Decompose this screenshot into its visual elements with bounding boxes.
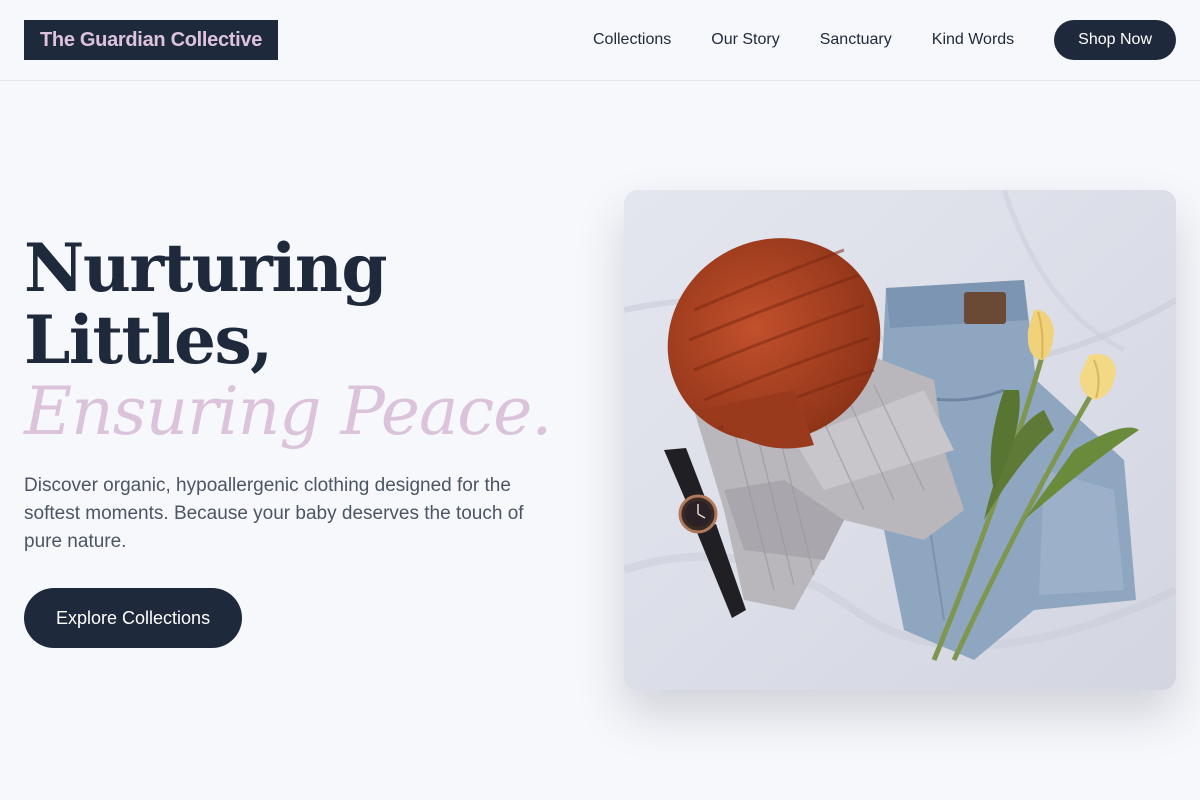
- nav-link-collections[interactable]: Collections: [593, 31, 671, 49]
- site-header: The Guardian Collective Collections Our …: [0, 0, 1200, 81]
- nav-link-sanctuary[interactable]: Sanctuary: [820, 31, 892, 49]
- hero-text: Nurturing Littles, Ensuring Peace. Disco…: [24, 232, 584, 648]
- brand-logo[interactable]: The Guardian Collective: [24, 20, 279, 60]
- shop-now-button[interactable]: Shop Now: [1054, 20, 1176, 60]
- nav-link-our-story[interactable]: Our Story: [711, 31, 779, 49]
- explore-collections-button[interactable]: Explore Collections: [24, 588, 243, 648]
- nav-link-kind-words[interactable]: Kind Words: [932, 31, 1014, 49]
- headline-line-2: Littles,: [24, 301, 273, 379]
- headline-line-1: Nurturing: [24, 229, 388, 307]
- main-nav: Collections Our Story Sanctuary Kind Wor…: [593, 20, 1176, 60]
- hero-image: [624, 190, 1176, 690]
- hero-subtext: Discover organic, hypoallergenic clothin…: [24, 475, 524, 552]
- headline-accent: Ensuring Peace.: [24, 373, 552, 450]
- hero-photo-illustration: [624, 190, 1176, 690]
- hero-headline: Nurturing Littles, Ensuring Peace.: [24, 232, 584, 448]
